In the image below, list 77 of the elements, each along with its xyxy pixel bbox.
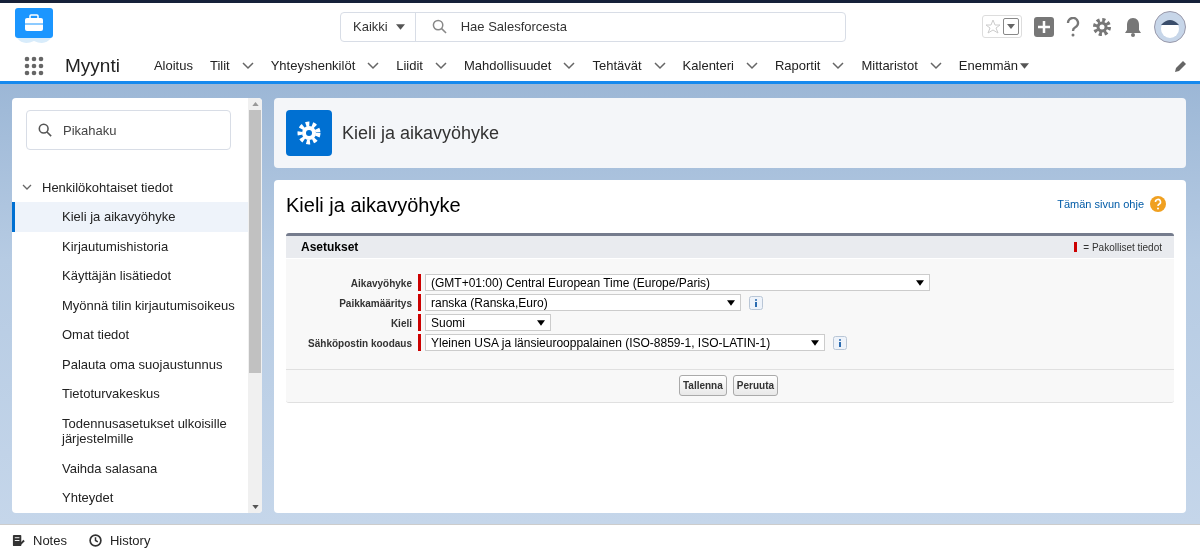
select-field[interactable]: (GMT+01:00) Central European Time (Europe/Paris)	[425, 274, 930, 291]
chevron-down-icon[interactable]	[241, 61, 254, 70]
select-field[interactable]: Suomi	[425, 314, 551, 331]
nav-tab[interactable]: Tilit	[209, 58, 230, 73]
sidebar-item[interactable]: Vaihda salasana	[12, 453, 248, 483]
sidebar-item[interactable]: Myönnä tilin kirjautumisoikeus	[12, 290, 248, 320]
chevron-down-icon[interactable]	[929, 61, 942, 70]
field-label: Sähköpostin koodaus	[307, 337, 412, 349]
nav-tab[interactable]: Aloitus	[153, 58, 193, 73]
chevron-down-icon[interactable]	[832, 61, 845, 70]
sidebar-item[interactable]: Tietoturvakeskus	[12, 379, 248, 409]
nav-tab[interactable]: Kalenteri	[682, 58, 734, 73]
search-icon	[38, 123, 52, 137]
sidebar-item[interactable]: Omat tiedot	[12, 320, 248, 350]
sidebar-item[interactable]: Kieli ja aikavyöhyke	[12, 202, 248, 232]
required-legend: = Pakolliset tiedot	[1083, 241, 1162, 253]
field-label: Paikkamääritys	[338, 297, 412, 309]
add-icon[interactable]	[1034, 16, 1054, 37]
settings-icon[interactable]	[1092, 16, 1112, 37]
help-icon[interactable]	[1066, 16, 1080, 37]
scrollbar[interactable]	[248, 98, 262, 513]
quick-find-field[interactable]: Pikahaku	[26, 110, 231, 150]
section-title: Asetukset	[301, 240, 359, 254]
caret-down-icon[interactable]	[1020, 62, 1030, 69]
select-field[interactable]: ranska (Ranska,Euro)	[425, 294, 741, 311]
sidebar-item[interactable]: Kirjautumishistoria	[12, 231, 248, 261]
form-button[interactable]: Tallenna	[678, 375, 727, 396]
help-link[interactable]: Tämän sivun ohje	[1057, 197, 1144, 210]
search-placeholder: Hae Salesforcesta	[460, 19, 567, 34]
page-header-title: Kieli ja aikavyöhyke	[342, 122, 500, 144]
search-bar[interactable]: Kaikki Hae Salesforcesta	[340, 11, 846, 42]
form-button[interactable]: Peruuta	[732, 375, 779, 396]
avatar-icon[interactable]	[1154, 10, 1186, 43]
search-icon	[431, 19, 447, 34]
sidebar-item[interactable]: Käyttäjän lisätiedot	[12, 261, 248, 291]
app-name: Myynti	[65, 54, 120, 77]
caret-down-icon[interactable]	[727, 299, 735, 306]
chevron-down-icon[interactable]	[367, 61, 380, 70]
chevron-down-icon[interactable]	[435, 61, 447, 70]
field-label: Kieli	[389, 317, 412, 329]
chevron-down-icon[interactable]	[22, 184, 32, 190]
nav-tab[interactable]: Raportit	[774, 58, 821, 73]
scope-dropdown[interactable]: Kaikki	[341, 12, 416, 41]
sidebar-item[interactable]: Palauta oma suojaustunnus	[12, 349, 248, 379]
nav-tab[interactable]: Enemmän	[958, 58, 1030, 73]
sidebar-item[interactable]: Todennusasetukset ulkoisille järjestelmille	[12, 408, 248, 454]
app-launcher-icon[interactable]	[24, 55, 44, 76]
caret-down-icon[interactable]	[811, 339, 819, 346]
edit-icon[interactable]	[1174, 58, 1188, 73]
nav-tab[interactable]: Tehtävät	[592, 58, 642, 73]
notification-bell-icon[interactable]	[1124, 16, 1142, 37]
page-title: Kieli ja aikavyöhyke	[286, 194, 461, 217]
tree-section-toggle[interactable]: Henkilökohtaiset tiedot	[12, 178, 248, 196]
favorites-button[interactable]	[982, 15, 1022, 38]
clock-icon	[88, 534, 102, 547]
nav-tab[interactable]: Liidit	[396, 58, 423, 73]
caret-down-icon[interactable]	[916, 279, 924, 286]
notes-icon	[12, 534, 25, 547]
chevron-down-icon[interactable]	[653, 61, 666, 70]
chevron-down-icon[interactable]	[563, 61, 576, 70]
sidebar-item[interactable]: Yhteydet	[12, 483, 248, 513]
info-icon[interactable]	[749, 295, 763, 310]
required-marker	[1074, 242, 1078, 252]
nav-tab[interactable]: Mahdollisuudet	[464, 58, 552, 73]
scroll-down-icon[interactable]	[251, 505, 259, 509]
select-field[interactable]: Yleinen USA ja länsieurooppalainen (ISO-8859-1, ISO-LATIN-1)	[425, 334, 825, 351]
settings-icon	[286, 110, 332, 156]
utility-bar-item[interactable]: History	[88, 533, 151, 548]
star-icon[interactable]	[985, 18, 1001, 35]
nav-tab[interactable]: Mittaristot	[861, 58, 918, 73]
field-label: Aikavyöhyke	[349, 277, 412, 289]
caret-down-icon[interactable]	[395, 23, 405, 30]
caret-down-icon[interactable]	[537, 319, 545, 326]
chevron-down-icon[interactable]	[745, 61, 758, 70]
utility-bar-item[interactable]: Notes	[12, 533, 67, 548]
nav-tab[interactable]: Yhteyshenkilöt	[270, 58, 356, 73]
info-icon[interactable]	[833, 335, 847, 350]
